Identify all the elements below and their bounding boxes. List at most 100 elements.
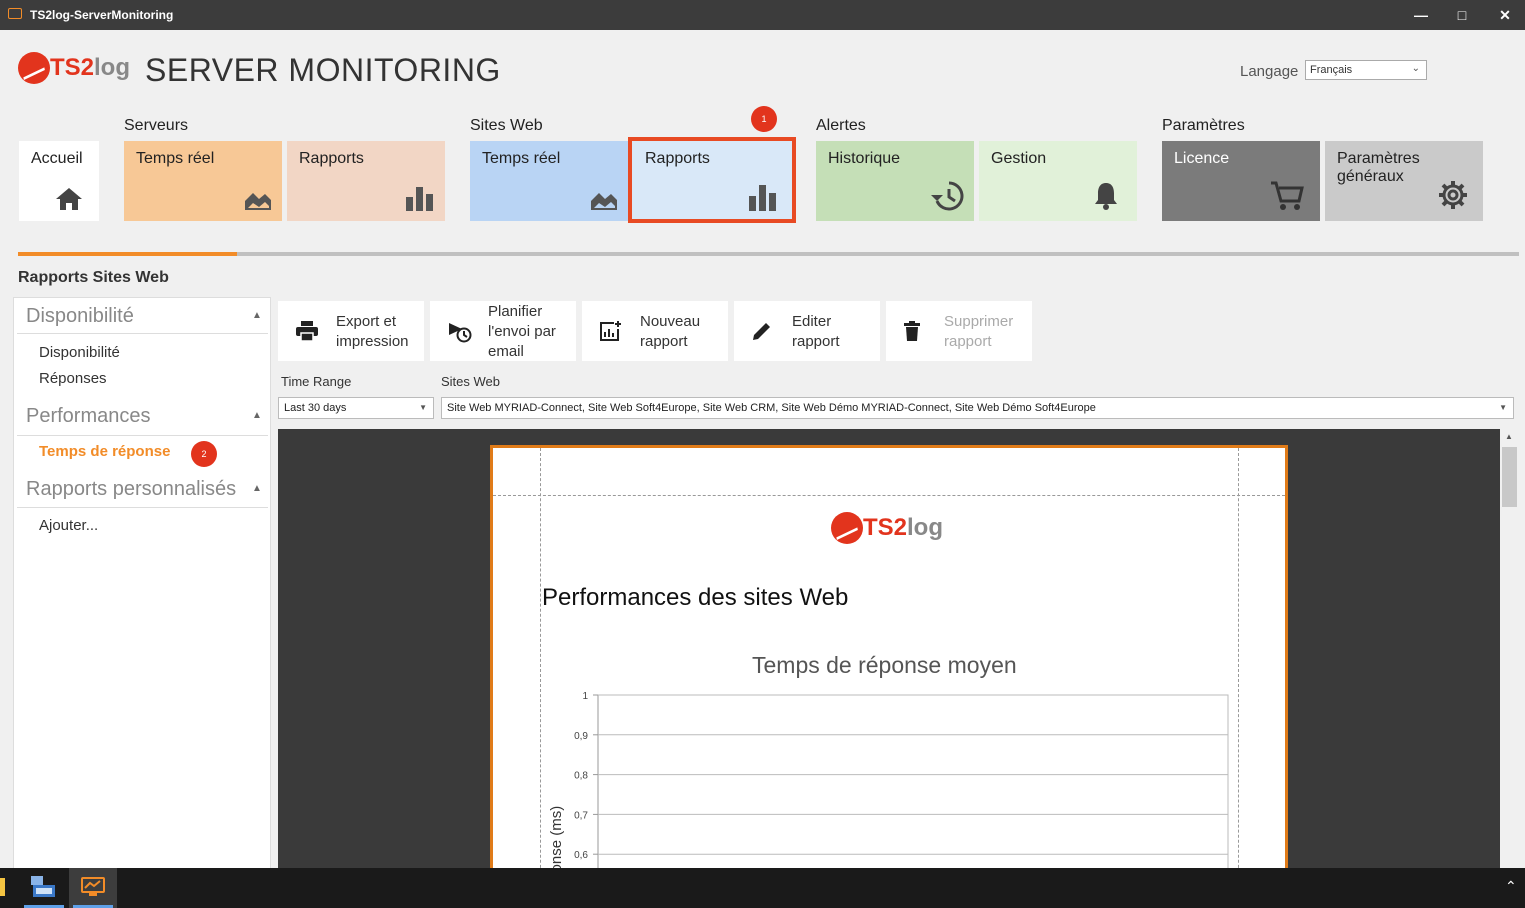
chevron-down-icon: ▼ bbox=[1499, 403, 1507, 412]
divider bbox=[17, 435, 268, 436]
sidebar-header-availability[interactable]: Disponibilité bbox=[26, 305, 134, 328]
bar-chart-icon bbox=[749, 185, 776, 211]
taskbar: ⌃ bbox=[0, 868, 1525, 908]
step-badge-1: 1 bbox=[751, 106, 777, 132]
area-chart-icon bbox=[591, 193, 617, 210]
time-range-select[interactable]: Last 30 days ▼ bbox=[278, 397, 434, 419]
sidebar-item-add[interactable]: Ajouter... bbox=[39, 517, 98, 534]
bell-icon bbox=[1095, 183, 1117, 210]
tile-alerts-management-label: Gestion bbox=[991, 150, 1047, 167]
tile-home-label: Accueil bbox=[31, 150, 83, 167]
schedule-label-2: l'envoi par bbox=[488, 323, 556, 340]
chevron-up-icon[interactable]: ▲ bbox=[252, 483, 262, 494]
report-logo-log: log bbox=[907, 514, 944, 541]
ts2log-logo: TS2log bbox=[18, 52, 130, 86]
tile-home[interactable]: Accueil bbox=[19, 141, 99, 221]
app-title: SERVER MONITORING bbox=[145, 52, 501, 88]
section-title: Rapports Sites Web bbox=[18, 269, 169, 286]
logo-chart-icon bbox=[18, 52, 50, 84]
logo-log-text: log bbox=[94, 54, 131, 81]
folder-icon[interactable] bbox=[0, 878, 5, 896]
chart-y-tick-label: 0,6 bbox=[574, 850, 588, 861]
report-logo: TS2log bbox=[831, 512, 943, 544]
tile-websites-reports-label: Rapports bbox=[645, 150, 710, 167]
divider bbox=[17, 507, 268, 508]
scroll-thumb[interactable] bbox=[1502, 447, 1517, 507]
add-chart-icon bbox=[600, 321, 621, 341]
tile-websites-reports[interactable]: Rapports bbox=[628, 137, 796, 223]
new-report-label-2: rapport bbox=[640, 333, 688, 350]
chevron-up-icon[interactable]: ▲ bbox=[252, 410, 262, 421]
group-label-servers: Serveurs bbox=[124, 117, 189, 134]
tile-servers-reports[interactable]: Rapports bbox=[287, 141, 445, 221]
app-monitor-icon bbox=[8, 8, 22, 19]
tile-general-settings[interactable]: Paramètres généraux bbox=[1325, 141, 1483, 221]
window-title: TS2log-ServerMonitoring bbox=[30, 8, 174, 22]
language-value: Français bbox=[1310, 64, 1353, 76]
tile-alerts-management[interactable]: Gestion bbox=[979, 141, 1137, 221]
schedule-label-1: Planifier bbox=[488, 303, 543, 320]
tile-general-settings-label-1: Paramètres bbox=[1337, 150, 1420, 167]
history-icon bbox=[931, 181, 964, 211]
edit-report-button[interactable]: Editer rapport bbox=[734, 301, 880, 361]
chevron-up-icon[interactable]: ▲ bbox=[252, 310, 262, 321]
area-chart-icon bbox=[245, 193, 271, 210]
divider bbox=[17, 333, 268, 334]
tile-alerts-history-label: Historique bbox=[828, 150, 901, 167]
sidebar-header-custom-reports[interactable]: Rapports personnalisés bbox=[26, 478, 236, 501]
schedule-email-button[interactable]: Planifier l'envoi par email bbox=[430, 301, 576, 361]
sidebar-header-performance[interactable]: Performances bbox=[26, 405, 151, 428]
export-label-2: impression bbox=[336, 333, 409, 350]
sidebar-item-responses[interactable]: Réponses bbox=[39, 370, 107, 387]
export-label-1: Export et bbox=[336, 313, 397, 330]
export-print-button[interactable]: Export et impression bbox=[278, 301, 424, 361]
websites-value: Site Web MYRIAD-Connect, Site Web Soft4E… bbox=[447, 402, 1096, 414]
tile-servers-realtime[interactable]: Temps réel bbox=[124, 141, 282, 221]
scroll-up-icon[interactable]: ▲ bbox=[1505, 432, 1513, 441]
home-icon bbox=[56, 188, 82, 210]
tile-license-label: Licence bbox=[1174, 150, 1230, 167]
sidebar-item-availability[interactable]: Disponibilité bbox=[39, 344, 120, 361]
sidebar-item-response-time[interactable]: Temps de réponse bbox=[39, 443, 170, 460]
websites-select[interactable]: Site Web MYRIAD-Connect, Site Web Soft4E… bbox=[441, 397, 1514, 419]
chart-y-tick-label: 0,9 bbox=[574, 731, 588, 742]
chevron-down-icon: ▼ bbox=[419, 403, 427, 412]
trash-icon bbox=[904, 321, 920, 341]
remote-desktop-icon[interactable] bbox=[30, 875, 56, 901]
taskbar-app-ts2log[interactable] bbox=[69, 868, 117, 908]
tile-servers-realtime-label: Temps réel bbox=[136, 150, 215, 167]
minimize-icon[interactable]: — bbox=[1411, 5, 1431, 25]
chart-y-tick-label: 1 bbox=[582, 691, 588, 702]
delete-report-button[interactable]: Supprimer rapport bbox=[886, 301, 1032, 361]
monitor-icon bbox=[81, 877, 105, 896]
time-range-value: Last 30 days bbox=[284, 402, 347, 414]
group-label-settings: Paramètres bbox=[1162, 117, 1245, 134]
scheduled-send-icon bbox=[449, 323, 472, 343]
language-label: Langage bbox=[1240, 63, 1299, 80]
logo-chart-icon bbox=[831, 512, 863, 544]
group-label-websites: Sites Web bbox=[470, 117, 543, 134]
nav-track-active bbox=[18, 252, 237, 256]
new-report-button[interactable]: Nouveau rapport bbox=[582, 301, 728, 361]
tile-websites-realtime-label: Temps réel bbox=[482, 150, 561, 167]
language-select[interactable]: Français ⌄ bbox=[1305, 60, 1427, 80]
tile-websites-realtime[interactable]: Temps réel bbox=[470, 141, 628, 221]
chart-y-tick-label: 0,8 bbox=[574, 771, 588, 782]
chart-title: Temps de réponse moyen bbox=[752, 652, 1017, 678]
tile-servers-reports-label: Rapports bbox=[299, 150, 364, 167]
chevron-up-icon[interactable]: ⌃ bbox=[1505, 878, 1517, 895]
tile-alerts-history[interactable]: Historique bbox=[816, 141, 974, 221]
report-logo-ts2: TS2 bbox=[863, 514, 908, 541]
tile-license[interactable]: Licence bbox=[1162, 141, 1320, 221]
edit-report-label-1: Editer bbox=[792, 313, 832, 330]
schedule-label-3: email bbox=[488, 343, 524, 360]
step-badge-2: 2 bbox=[191, 441, 217, 467]
report-sidebar: Disponibilité ▲ Disponibilité Réponses P… bbox=[13, 297, 271, 872]
close-icon[interactable]: ✕ bbox=[1495, 5, 1515, 25]
delete-report-label-1: Supprimer bbox=[944, 313, 1014, 330]
chevron-down-icon: ⌄ bbox=[1411, 63, 1420, 74]
report-title: Performances des sites Web bbox=[542, 584, 849, 611]
group-label-alerts: Alertes bbox=[816, 117, 866, 134]
maximize-icon[interactable]: □ bbox=[1452, 5, 1472, 25]
delete-report-label-2: rapport bbox=[944, 333, 992, 350]
